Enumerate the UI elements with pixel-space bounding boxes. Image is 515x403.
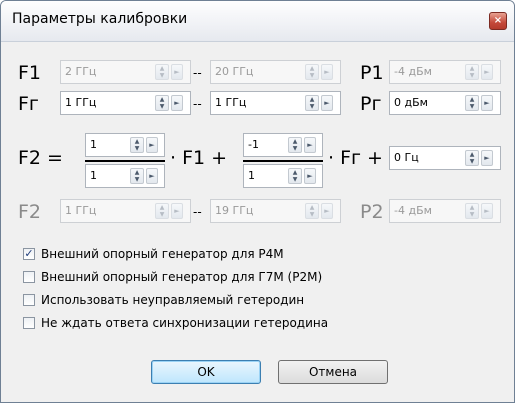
- f2-from-updown-icon[interactable]: ▲ ▼: [155, 203, 169, 219]
- f2-equation-f1-term: · F1 +: [170, 147, 228, 169]
- p1-value: -4 дБм: [394, 65, 432, 78]
- f2-offset-updown-icon[interactable]: ▲ ▼: [465, 150, 479, 166]
- f2-to-value: 19 ГГц: [215, 204, 254, 217]
- f1-to-updown-icon[interactable]: ▲ ▼: [305, 64, 319, 80]
- calibration-dialog: Параметры калибровки × F1 2 ГГц ▲ ▼ ► -- …: [0, 0, 515, 403]
- pg-arrow-icon[interactable]: ►: [481, 95, 493, 111]
- f1-coeff-denominator-value: 1: [90, 169, 97, 182]
- fg-coeff-denominator-spinbox[interactable]: 1 ▲ ▼ ►: [243, 164, 323, 188]
- checkbox-unchecked-icon[interactable]: [23, 294, 35, 306]
- fg-coeff-numerator-updown-icon[interactable]: ▲ ▼: [288, 137, 302, 153]
- f2-offset-arrow-icon[interactable]: ►: [481, 150, 493, 166]
- title-bar: Параметры калибровки ×: [1, 1, 514, 42]
- pg-label: Pг: [360, 93, 382, 115]
- f1-to-spinbox[interactable]: 20 ГГц ▲ ▼ ►: [210, 60, 341, 84]
- pg-spinbox[interactable]: 0 дБм ▲ ▼ ►: [389, 91, 501, 115]
- f2-offset-spinbox[interactable]: 0 Гц ▲ ▼ ►: [389, 146, 501, 170]
- f2-label: F2: [18, 201, 42, 223]
- f1-coeff-numerator-arrow-icon[interactable]: ►: [146, 137, 158, 153]
- f1-coeff-numerator-value: 1: [90, 138, 97, 151]
- f1-coeff-denominator-spinbox[interactable]: 1 ▲ ▼ ►: [85, 164, 165, 188]
- p1-updown-icon[interactable]: ▲ ▼: [465, 64, 479, 80]
- fg-from-spinbox[interactable]: 1 ГГц ▲ ▼ ►: [60, 91, 191, 115]
- f1-coeff-fraction-line: [85, 160, 165, 162]
- fg-coeff-denominator-value: 1: [248, 169, 255, 182]
- p2-value: -4 дБм: [394, 204, 432, 217]
- f2-from-value: 1 ГГц: [65, 204, 97, 217]
- f2-from-arrow-icon[interactable]: ►: [171, 203, 183, 219]
- ok-button[interactable]: OK: [151, 360, 261, 384]
- fg-coeff-numerator-spinbox[interactable]: -1 ▲ ▼ ►: [243, 133, 323, 157]
- fg-label: Fг: [18, 93, 39, 115]
- fg-coeff-fraction-line: [243, 160, 323, 162]
- f1-from-updown-icon[interactable]: ▲ ▼: [155, 64, 169, 80]
- f1-from-arrow-icon[interactable]: ►: [171, 64, 183, 80]
- fg-from-updown-icon[interactable]: ▲ ▼: [155, 95, 169, 111]
- pg-updown-icon[interactable]: ▲ ▼: [465, 95, 479, 111]
- f2-from-spinbox[interactable]: 1 ГГц ▲ ▼ ►: [60, 199, 191, 223]
- f1-coeff-numerator-updown-icon[interactable]: ▲ ▼: [130, 137, 144, 153]
- fg-to-arrow-icon[interactable]: ►: [321, 95, 333, 111]
- checkbox-checked-icon[interactable]: ✓: [23, 248, 35, 260]
- f1-from-spinbox[interactable]: 2 ГГц ▲ ▼ ►: [60, 60, 191, 84]
- close-icon: ×: [493, 15, 503, 26]
- checkbox-unchecked-icon[interactable]: [23, 317, 35, 329]
- checkbox-label: Внешний опорный генератор для Г7М (Р2М): [41, 270, 323, 284]
- f2-range-sep: --: [193, 205, 202, 219]
- p1-arrow-icon[interactable]: ►: [481, 64, 493, 80]
- fg-coeff-numerator-arrow-icon[interactable]: ►: [304, 137, 316, 153]
- cancel-button[interactable]: Отмена: [278, 360, 388, 384]
- f1-to-arrow-icon[interactable]: ►: [321, 64, 333, 80]
- checkbox-label: Не ждать ответа синхронизации гетеродина: [41, 316, 329, 330]
- p2-spinbox[interactable]: -4 дБм ▲ ▼ ►: [389, 199, 501, 223]
- f2-to-spinbox[interactable]: 19 ГГц ▲ ▼ ►: [210, 199, 341, 223]
- checkbox-label: Внешний опорный генератор для Р4М: [41, 247, 284, 261]
- dialog-title: Параметры калибровки: [12, 11, 188, 27]
- fg-coeff-denominator-arrow-icon[interactable]: ►: [304, 168, 316, 184]
- fg-from-value: 1 ГГц: [65, 96, 97, 109]
- f1-from-value: 2 ГГц: [65, 65, 97, 78]
- fg-from-arrow-icon[interactable]: ►: [171, 95, 183, 111]
- f1-coeff-denominator-arrow-icon[interactable]: ►: [146, 168, 158, 184]
- p1-label: P1: [360, 62, 384, 84]
- dialog-body: F1 2 ГГц ▲ ▼ ► -- 20 ГГц ▲ ▼ ► P1 -4 дБм ▲…: [10, 42, 506, 399]
- f1-coeff-denominator-updown-icon[interactable]: ▲ ▼: [130, 168, 144, 184]
- f2-equation-label: F2 =: [18, 147, 63, 169]
- f2-to-updown-icon[interactable]: ▲ ▼: [305, 203, 319, 219]
- f1-to-value: 20 ГГц: [215, 65, 254, 78]
- pg-value: 0 дБм: [394, 96, 428, 109]
- f2-to-arrow-icon[interactable]: ►: [321, 203, 333, 219]
- p2-updown-icon[interactable]: ▲ ▼: [465, 203, 479, 219]
- fg-range-sep: --: [193, 97, 202, 111]
- f2-equation-fg-term: · Fг +: [328, 147, 383, 169]
- f1-range-sep: --: [193, 66, 202, 80]
- f1-coeff-numerator-spinbox[interactable]: 1 ▲ ▼ ►: [85, 133, 165, 157]
- f2-offset-value: 0 Гц: [394, 151, 419, 164]
- fg-coeff-numerator-value: -1: [248, 138, 259, 151]
- fg-coeff-denominator-updown-icon[interactable]: ▲ ▼: [288, 168, 302, 184]
- fg-to-value: 1 ГГц: [215, 96, 247, 109]
- checkbox-label: Использовать неуправляемый гетеродин: [41, 293, 305, 307]
- checkbox-unchecked-icon[interactable]: [23, 271, 35, 283]
- fg-to-spinbox[interactable]: 1 ГГц ▲ ▼ ►: [210, 91, 341, 115]
- p1-spinbox[interactable]: -4 дБм ▲ ▼ ►: [389, 60, 501, 84]
- p2-arrow-icon[interactable]: ►: [481, 203, 493, 219]
- fg-to-updown-icon[interactable]: ▲ ▼: [305, 95, 319, 111]
- f1-label: F1: [18, 62, 42, 84]
- close-button[interactable]: ×: [489, 12, 507, 30]
- p2-label: P2: [360, 201, 384, 223]
